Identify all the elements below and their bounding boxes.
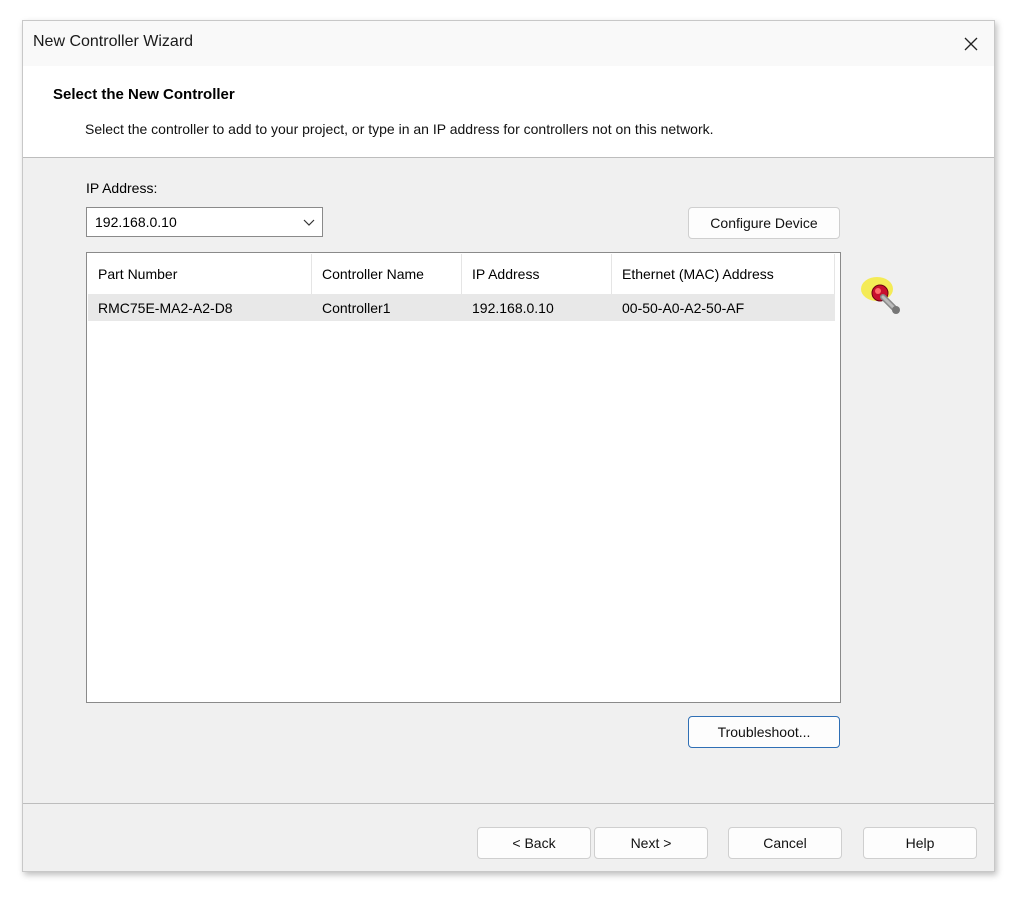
cell-ip-address: 192.168.0.10 — [472, 299, 554, 316]
page-title: Select the New Controller — [53, 86, 235, 103]
ip-address-label: IP Address: — [86, 180, 158, 196]
window-title: New Controller Wizard — [33, 33, 194, 50]
cell-mac-address: 00-50-A0-A2-50-AF — [622, 299, 745, 316]
configure-device-button[interactable]: Configure Device — [688, 207, 840, 239]
cell-controller-name: Controller1 — [322, 299, 391, 316]
close-icon — [964, 37, 978, 50]
controller-list[interactable]: Part Number Controller Name IP Address E… — [86, 252, 841, 703]
wizard-window: New Controller Wizard Select the New Con… — [22, 20, 995, 872]
cancel-button[interactable]: Cancel — [728, 827, 842, 859]
next-button[interactable]: Next > — [594, 827, 708, 859]
help-button[interactable]: Help — [863, 827, 977, 859]
list-header: Part Number Controller Name IP Address E… — [88, 254, 839, 294]
connection-status-icon — [861, 277, 900, 314]
wizard-header: Select the New Controller Select the con… — [23, 66, 994, 158]
footer-divider — [23, 803, 994, 804]
column-header-mac-address[interactable]: Ethernet (MAC) Address — [612, 254, 835, 294]
chevron-down-icon[interactable] — [302, 217, 316, 229]
troubleshoot-button[interactable]: Troubleshoot... — [688, 716, 840, 748]
column-header-ip-address[interactable]: IP Address — [462, 254, 612, 294]
close-button[interactable] — [948, 21, 994, 66]
title-bar: New Controller Wizard — [23, 21, 994, 66]
page-description: Select the controller to add to your pro… — [85, 121, 714, 137]
ip-address-value[interactable]: 192.168.0.10 — [95, 214, 177, 230]
cell-part-number: RMC75E-MA2-A2-D8 — [98, 299, 233, 316]
table-row[interactable]: RMC75E-MA2-A2-D8 Controller1 192.168.0.1… — [88, 294, 835, 321]
column-header-part-number[interactable]: Part Number — [88, 254, 312, 294]
ip-address-combobox[interactable]: 192.168.0.10 — [86, 207, 323, 237]
back-button[interactable]: < Back — [477, 827, 591, 859]
column-header-controller-name[interactable]: Controller Name — [312, 254, 462, 294]
